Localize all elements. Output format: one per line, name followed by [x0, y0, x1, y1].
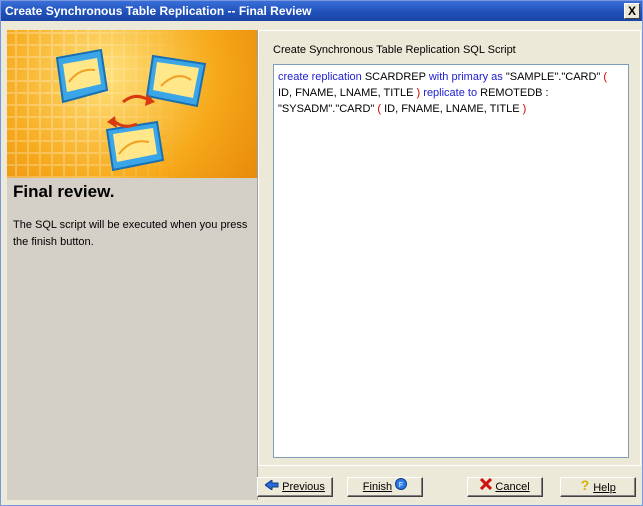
finish-button[interactable]: Finish F — [347, 477, 423, 497]
help-label: Help — [593, 481, 616, 494]
replication-graphic-icon — [55, 48, 207, 172]
title-bar: Create Synchronous Table Replication -- … — [1, 1, 642, 21]
finish-icon: F — [395, 478, 408, 496]
cancel-label: Cancel — [495, 481, 530, 493]
help-button[interactable]: ? Help — [560, 477, 636, 497]
sql-text: "SAMPLE"."CARD" — [502, 71, 604, 83]
database-box-icon — [55, 48, 109, 104]
arrow-left-icon — [264, 478, 279, 496]
svg-text:F: F — [399, 482, 403, 489]
script-label: Create Synchronous Table Replication SQL… — [273, 44, 516, 56]
database-box-icon — [105, 120, 165, 172]
database-box-icon — [145, 54, 207, 108]
sql-paren: ( — [603, 71, 608, 83]
svg-text:?: ? — [581, 478, 590, 492]
sql-text: SCARDREP — [361, 71, 429, 83]
previous-label: Previous — [282, 481, 325, 493]
help-question-icon: ? — [580, 477, 590, 498]
left-panel: Final review. The SQL script will be exe… — [7, 30, 258, 500]
sql-paren: ) — [522, 103, 527, 115]
sql-keyword: create replication — [278, 71, 362, 83]
cancel-x-icon — [480, 478, 493, 496]
sql-text: ID, FNAME, LNAME, TITLE — [278, 87, 417, 99]
sql-script-textarea[interactable]: create replication SCARDREP with primary… — [273, 64, 629, 458]
sql-keyword: replicate to — [420, 87, 478, 99]
step-description: The SQL script will be executed when you… — [13, 219, 248, 248]
sql-text: ID, FNAME, LNAME, TITLE — [381, 103, 523, 115]
cancel-button[interactable]: Cancel — [467, 477, 543, 497]
window-title: Create Synchronous Table Replication -- … — [5, 4, 312, 18]
script-panel: Create Synchronous Table Replication SQL… — [258, 30, 641, 466]
dialog-window: Create Synchronous Table Replication -- … — [0, 0, 643, 506]
wizard-banner-image — [7, 30, 257, 178]
step-heading: Final review. — [13, 182, 115, 201]
sql-keyword: with primary as — [428, 71, 503, 83]
previous-button[interactable]: Previous — [257, 477, 333, 497]
finish-label: Finish — [362, 481, 393, 493]
close-button[interactable]: X — [624, 3, 640, 19]
